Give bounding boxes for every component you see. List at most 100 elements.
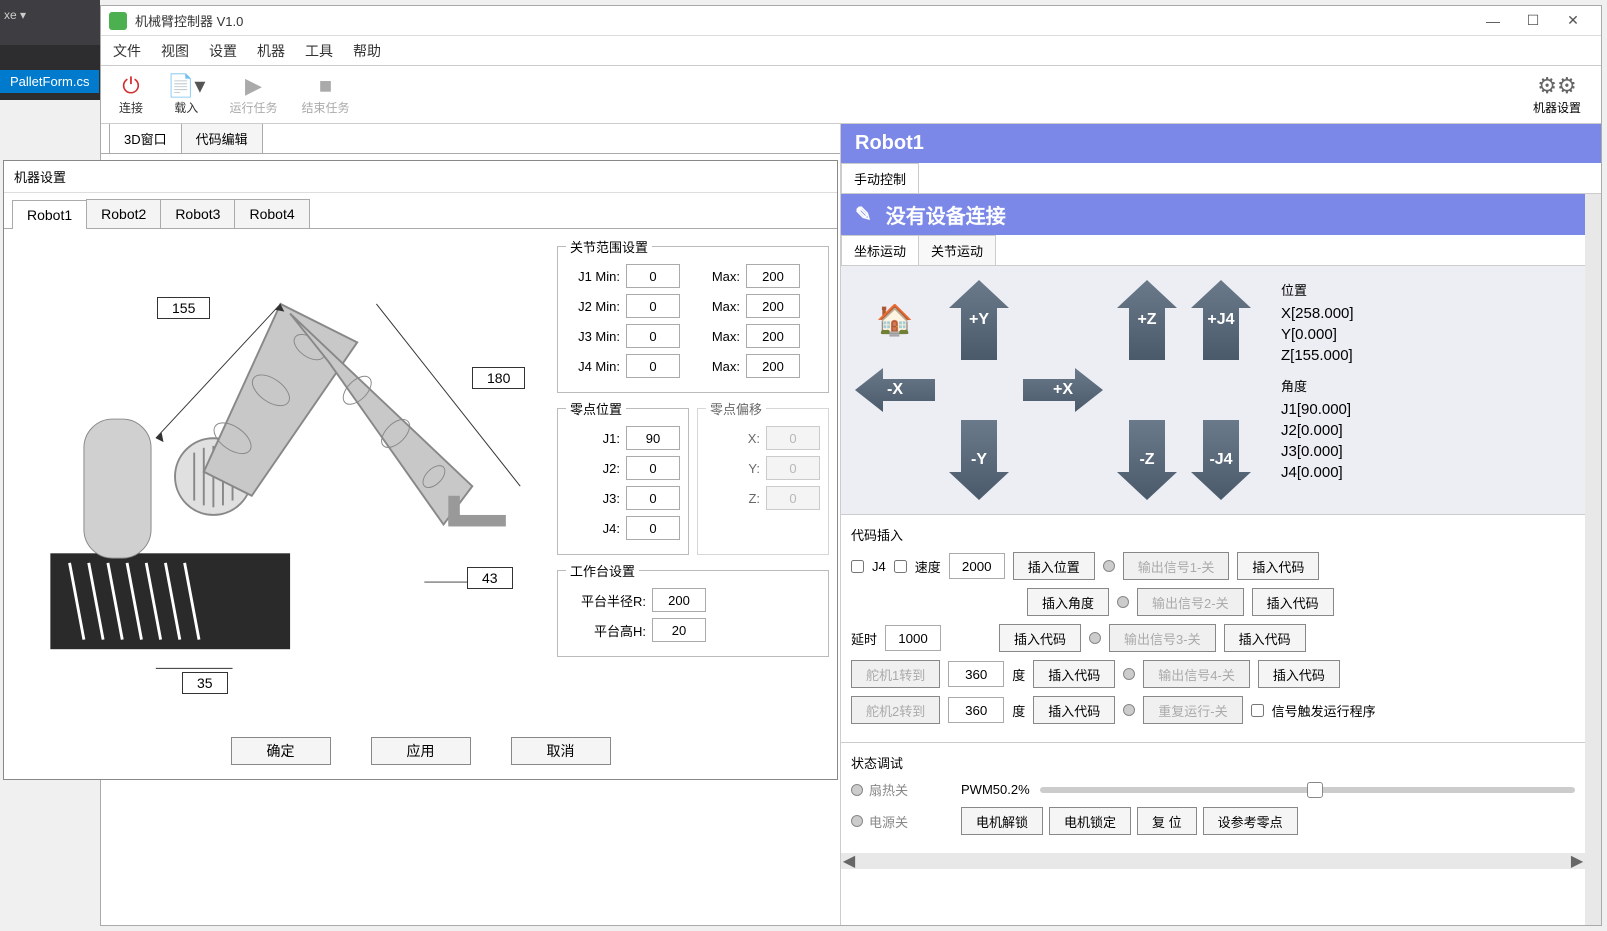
- servo1-value[interactable]: [948, 661, 1004, 687]
- jog-minus-z[interactable]: -Z: [1117, 420, 1177, 500]
- cancel-button[interactable]: 取消: [511, 737, 611, 765]
- robot-header: Robot1: [841, 124, 1601, 163]
- menu-settings[interactable]: 设置: [209, 41, 237, 61]
- power-status: 电源关: [869, 812, 908, 831]
- menu-help[interactable]: 帮助: [353, 41, 381, 61]
- insert-code-2-button[interactable]: 插入代码: [1252, 588, 1334, 616]
- jog-plus-z[interactable]: +Z: [1117, 280, 1177, 360]
- dialog-title: 机器设置: [4, 161, 837, 193]
- dim-180: 180: [472, 367, 525, 389]
- output-signal-4-button[interactable]: 输出信号4-关: [1143, 660, 1250, 688]
- zero-j3-input[interactable]: [626, 486, 680, 510]
- jog-plus-j4[interactable]: +J4: [1191, 280, 1251, 360]
- close-button[interactable]: ✕: [1553, 7, 1593, 35]
- j4-max-input[interactable]: [746, 354, 800, 378]
- set-home-button[interactable]: 设参考零点: [1203, 807, 1298, 835]
- insert-code-servo1-button[interactable]: 插入代码: [1033, 660, 1115, 688]
- tab-code-edit[interactable]: 代码编辑: [181, 124, 263, 153]
- insert-code-3-button[interactable]: 插入代码: [1224, 624, 1306, 652]
- robot-arm-diagram: 155 180 43 35: [12, 237, 549, 697]
- stop-task-button[interactable]: ■ 结束任务: [291, 69, 359, 120]
- menu-view[interactable]: 视图: [161, 41, 189, 61]
- right-pane: Robot1 手动控制 ✎ 没有设备连接 坐标运动 关节运动 🏠: [841, 124, 1601, 925]
- home-icon[interactable]: 🏠: [876, 303, 913, 338]
- angle-j2: J2[0.000]: [1281, 422, 1354, 439]
- horizontal-scrollbar[interactable]: ◀▶: [841, 853, 1585, 869]
- machine-settings-button[interactable]: ⚙⚙ 机器设置: [1521, 69, 1593, 120]
- out1-indicator: [1103, 560, 1115, 572]
- jog-plus-y[interactable]: +Y: [949, 280, 1009, 360]
- output-signal-3-button[interactable]: 输出信号3-关: [1109, 624, 1216, 652]
- speed-checkbox[interactable]: [894, 560, 907, 573]
- pencil-icon: ✎: [855, 202, 872, 227]
- j4-min-input[interactable]: [626, 354, 680, 378]
- output-signal-2-button[interactable]: 输出信号2-关: [1137, 588, 1244, 616]
- insert-code-delay-button[interactable]: 插入代码: [999, 624, 1081, 652]
- maximize-button[interactable]: ☐: [1513, 7, 1553, 35]
- load-button[interactable]: 📄▾ 载入: [157, 69, 215, 120]
- j2-max-input[interactable]: [746, 294, 800, 318]
- code-insert-panel: 代码插入 J4 速度 插入位置 输出信号1-关 插入代码 插入角度 输出信号2-…: [841, 514, 1585, 742]
- j1-max-input[interactable]: [746, 264, 800, 288]
- servo2-value[interactable]: [948, 697, 1004, 723]
- gear-icon: ⚙⚙: [1537, 73, 1576, 99]
- j4-checkbox[interactable]: [851, 560, 864, 573]
- menu-machine[interactable]: 机器: [257, 41, 285, 61]
- minimize-button[interactable]: —: [1473, 7, 1513, 35]
- play-icon: ▶: [245, 73, 262, 99]
- zero-j2-input[interactable]: [626, 456, 680, 480]
- servo2-button[interactable]: 舵机2转到: [851, 696, 940, 724]
- platform-height-input[interactable]: [652, 618, 706, 642]
- vertical-scrollbar[interactable]: [1585, 194, 1601, 925]
- tab-3d-window[interactable]: 3D窗口: [109, 124, 182, 153]
- machine-settings-dialog: 机器设置 Robot1 Robot2 Robot3 Robot4: [3, 160, 838, 780]
- connect-button[interactable]: ⏻ 连接: [109, 69, 153, 120]
- menu-tools[interactable]: 工具: [305, 41, 333, 61]
- motor-unlock-button[interactable]: 电机解锁: [961, 807, 1043, 835]
- insert-code-4-button[interactable]: 插入代码: [1258, 660, 1340, 688]
- jog-minus-x[interactable]: -X: [855, 368, 935, 412]
- repeat-run-button[interactable]: 重复运行-关: [1143, 696, 1242, 724]
- reset-button[interactable]: 复 位: [1137, 807, 1197, 835]
- joint-range-fieldset: 关节范围设置 J1 Min:Max: J2 Min:Max: J3 Min:Ma…: [557, 237, 829, 393]
- j3-min-input[interactable]: [626, 324, 680, 348]
- j3-max-input[interactable]: [746, 324, 800, 348]
- signal-trigger-checkbox[interactable]: [1251, 704, 1264, 717]
- zero-j1-input[interactable]: [626, 426, 680, 450]
- servo1-button[interactable]: 舵机1转到: [851, 660, 940, 688]
- tab-manual-control[interactable]: 手动控制: [841, 163, 919, 193]
- insert-angle-button[interactable]: 插入角度: [1027, 588, 1109, 616]
- speed-input[interactable]: [949, 553, 1005, 579]
- jog-minus-y[interactable]: -Y: [949, 420, 1009, 500]
- insert-position-button[interactable]: 插入位置: [1013, 552, 1095, 580]
- run-task-button[interactable]: ▶ 运行任务: [219, 69, 287, 120]
- menubar: 文件 视图 设置 机器 工具 帮助: [101, 36, 1601, 66]
- dim-43: 43: [467, 567, 513, 589]
- ok-button[interactable]: 确定: [231, 737, 331, 765]
- pwm-slider[interactable]: [1040, 787, 1575, 793]
- platform-radius-input[interactable]: [652, 588, 706, 612]
- jog-minus-j4[interactable]: -J4: [1191, 420, 1251, 500]
- motor-lock-button[interactable]: 电机锁定: [1049, 807, 1131, 835]
- insert-code-servo2-button[interactable]: 插入代码: [1033, 696, 1115, 724]
- out2-indicator: [1117, 596, 1129, 608]
- tab-coord-motion[interactable]: 坐标运动: [841, 235, 919, 265]
- robot-tab-3[interactable]: Robot3: [160, 199, 235, 228]
- tab-joint-motion[interactable]: 关节运动: [918, 235, 996, 265]
- output-signal-1-button[interactable]: 输出信号1-关: [1123, 552, 1230, 580]
- menu-file[interactable]: 文件: [113, 41, 141, 61]
- insert-code-1-button[interactable]: 插入代码: [1237, 552, 1319, 580]
- j1-min-input[interactable]: [626, 264, 680, 288]
- pwm-label: PWM50.2%: [961, 782, 1030, 797]
- ide-tab[interactable]: PalletForm.cs: [0, 70, 99, 93]
- j2-min-input[interactable]: [626, 294, 680, 318]
- delay-input[interactable]: [885, 625, 941, 651]
- robot-tab-4[interactable]: Robot4: [234, 199, 309, 228]
- titlebar: 机械臂控制器 V1.0 — ☐ ✕: [101, 6, 1601, 36]
- jog-plus-x[interactable]: +X: [1023, 368, 1103, 412]
- robot-tab-1[interactable]: Robot1: [12, 200, 87, 229]
- robot-tab-2[interactable]: Robot2: [86, 199, 161, 228]
- apply-button[interactable]: 应用: [371, 737, 471, 765]
- connection-banner: ✎ 没有设备连接: [841, 194, 1585, 235]
- zero-j4-input[interactable]: [626, 516, 680, 540]
